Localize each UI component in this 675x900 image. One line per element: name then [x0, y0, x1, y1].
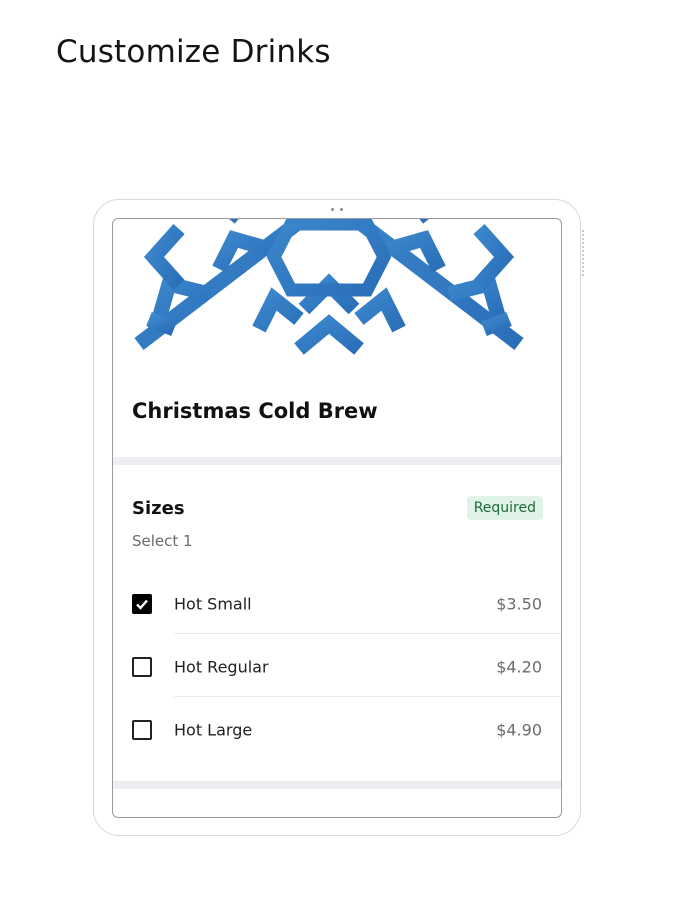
size-option-hot-small[interactable]: Hot Small $3.50 — [113, 574, 561, 634]
option-label: Hot Large — [174, 720, 253, 740]
snowflake-icon — [134, 219, 524, 369]
option-price: $3.50 — [496, 594, 542, 614]
side-button — [580, 230, 584, 276]
product-image — [133, 219, 525, 369]
option-separator — [174, 696, 561, 697]
option-label: Hot Small — [174, 594, 252, 614]
checkbox-unchecked[interactable] — [132, 720, 152, 740]
tablet-frame: Christmas Cold Brew Sizes Select 1 Requi… — [93, 199, 584, 836]
option-price: $4.90 — [496, 720, 542, 740]
camera-dots — [331, 208, 343, 211]
tablet-screen: Christmas Cold Brew Sizes Select 1 Requi… — [112, 218, 562, 818]
page-title: Customize Drinks — [56, 34, 331, 70]
checkbox-unchecked[interactable] — [132, 657, 152, 677]
required-badge: Required — [466, 496, 543, 520]
size-option-hot-large[interactable]: Hot Large $4.90 — [113, 700, 561, 760]
option-price: $4.20 — [496, 657, 542, 677]
product-name: Christmas Cold Brew — [132, 399, 378, 423]
size-option-hot-regular[interactable]: Hot Regular $4.20 — [113, 637, 561, 697]
checkbox-checked[interactable] — [132, 594, 152, 614]
sizes-title: Sizes — [132, 498, 185, 519]
option-separator — [174, 633, 561, 634]
section-divider — [113, 457, 561, 465]
check-icon — [136, 599, 148, 610]
sizes-subtitle: Select 1 — [132, 532, 193, 550]
section-divider — [113, 781, 561, 789]
option-label: Hot Regular — [174, 657, 269, 677]
